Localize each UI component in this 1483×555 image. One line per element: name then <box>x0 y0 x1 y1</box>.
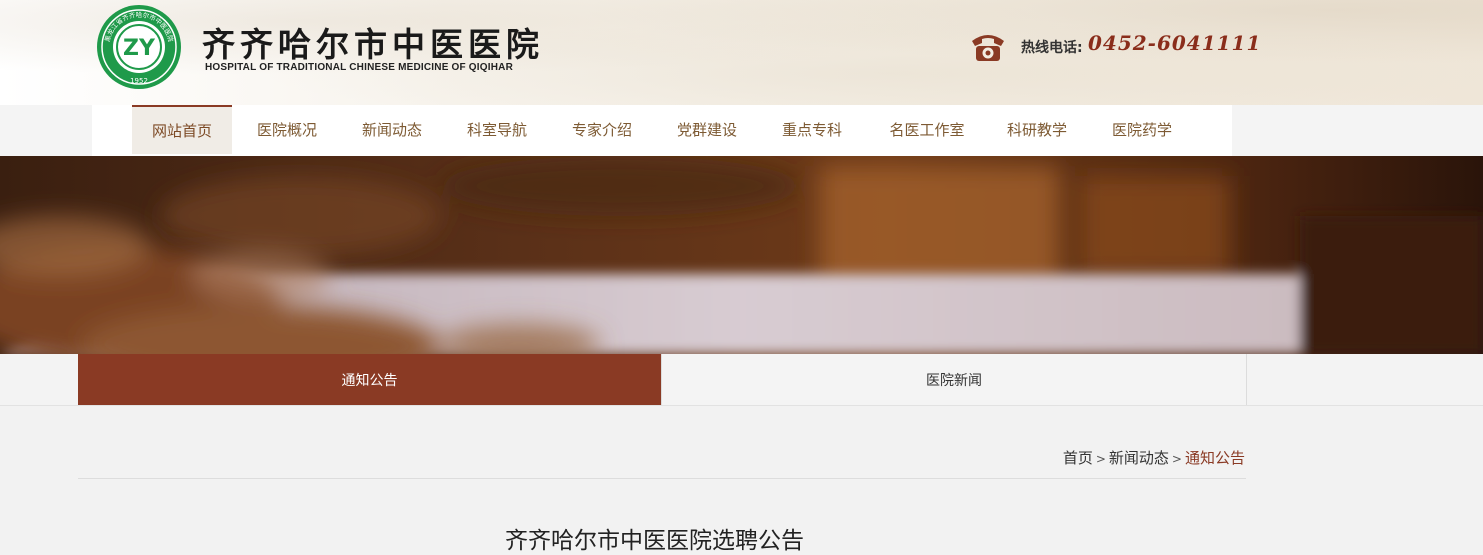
nav-item-studios[interactable]: 名医工作室 <box>867 105 987 154</box>
tab-notices[interactable]: 通知公告 <box>78 354 661 405</box>
hotline-number[interactable]: 0452-6041111 <box>1088 31 1261 55</box>
tab-hospital-news[interactable]: 医院新闻 <box>661 354 1247 405</box>
article-title: 齐齐哈尔市中医医院选聘公告 <box>505 528 804 554</box>
logo-mark: ZY <box>123 36 156 61</box>
site-title: 齐齐哈尔市中医医院 <box>202 25 544 64</box>
nav-item-experts[interactable]: 专家介绍 <box>552 105 652 154</box>
telephone-icon <box>972 35 1004 61</box>
nav-item-specialties[interactable]: 重点专科 <box>762 105 862 154</box>
nav-item-research[interactable]: 科研教学 <box>987 105 1087 154</box>
content-divider <box>78 478 1246 479</box>
breadcrumb-separator: > <box>1171 452 1182 466</box>
breadcrumb-home[interactable]: 首页 <box>1063 449 1093 467</box>
banner-image <box>0 156 1483 354</box>
hotline-label: 热线电话: <box>1021 40 1083 56</box>
nav-item-departments[interactable]: 科室导航 <box>447 105 547 154</box>
site-subtitle: HOSPITAL OF TRADITIONAL CHINESE MEDICINE… <box>205 62 513 73</box>
nav-item-party[interactable]: 党群建设 <box>657 105 757 154</box>
breadcrumb: 首页 > 新闻动态 > 通知公告 <box>1063 447 1245 468</box>
nav-item-overview[interactable]: 医院概况 <box>237 105 337 154</box>
breadcrumb-separator: > <box>1095 452 1106 466</box>
main-nav: 网站首页 医院概况 新闻动态 科室导航 专家介绍 党群建设 重点专科 名医工作室… <box>92 105 1232 156</box>
breadcrumb-current[interactable]: 通知公告 <box>1185 449 1245 467</box>
breadcrumb-section[interactable]: 新闻动态 <box>1109 449 1169 467</box>
hospital-logo-icon[interactable]: ZY 1952 黑龙江省齐齐哈尔市中医医院 <box>96 4 182 90</box>
nav-item-pharmacy[interactable]: 医院药学 <box>1092 105 1192 154</box>
site-header: ZY 1952 黑龙江省齐齐哈尔市中医医院 齐齐哈尔市中医医院 HOSPITAL… <box>0 0 1483 105</box>
logo-year: 1952 <box>130 77 148 85</box>
nav-item-news[interactable]: 新闻动态 <box>342 105 442 154</box>
nav-item-home[interactable]: 网站首页 <box>132 105 232 154</box>
